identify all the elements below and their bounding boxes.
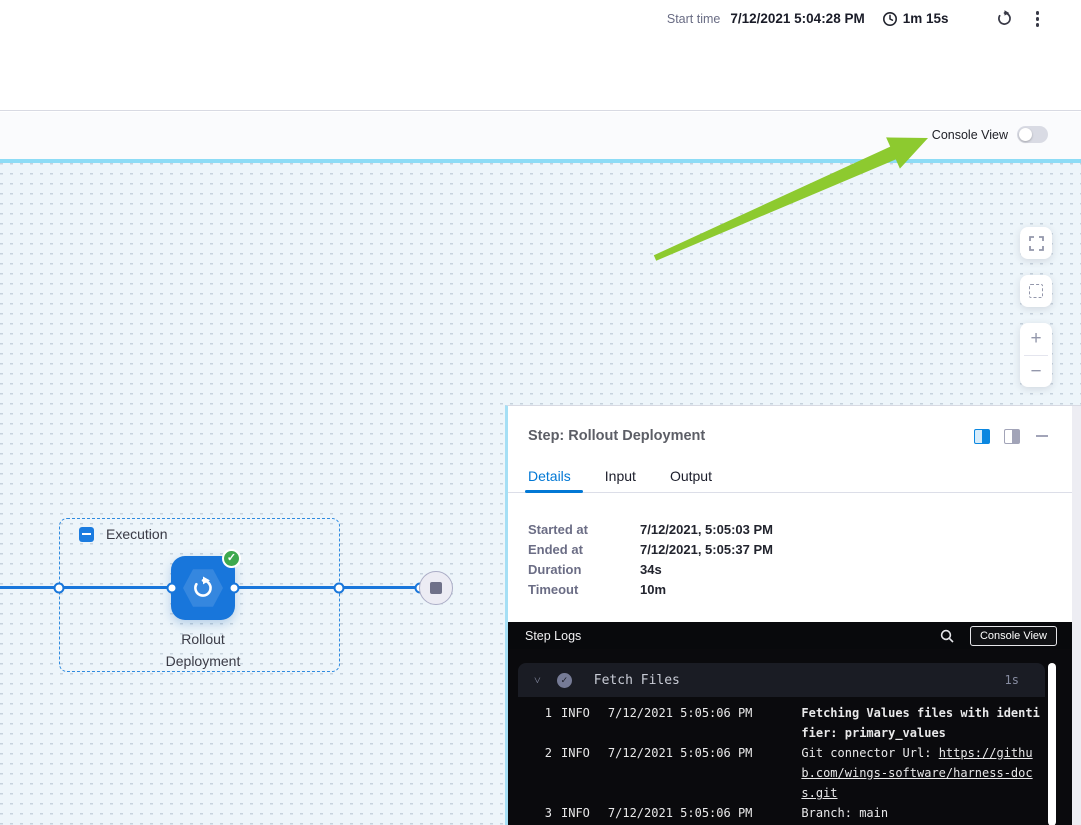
connector-dot bbox=[167, 583, 178, 594]
log-line: 3 INFO 7/12/2021 5:05:06 PM Branch: main bbox=[508, 803, 1068, 823]
start-time-value: 7/12/2021 5:04:28 PM bbox=[730, 11, 864, 26]
duration-value: 1m 15s bbox=[903, 11, 949, 26]
stop-node-icon[interactable] bbox=[419, 571, 453, 605]
detail-row: Timeout 10m bbox=[528, 580, 773, 600]
split-view-right-icon[interactable] bbox=[1004, 429, 1020, 444]
active-tab-indicator bbox=[525, 490, 583, 493]
clock-icon bbox=[882, 11, 898, 27]
node-label: Rollout Deployment bbox=[113, 628, 293, 672]
fit-view-icon[interactable] bbox=[1020, 275, 1052, 307]
rollout-deployment-node[interactable]: ✓ bbox=[171, 556, 235, 620]
collapse-group-icon[interactable] bbox=[79, 527, 94, 542]
step-details-panel: Step: Rollout Deployment Details Input O… bbox=[505, 405, 1081, 825]
step-logs-bar: Step Logs Console View bbox=[508, 622, 1081, 649]
rollout-step-icon bbox=[190, 575, 216, 601]
group-title: Execution bbox=[106, 526, 167, 542]
log-line: 1 INFO 7/12/2021 5:05:06 PM Fetching Val… bbox=[508, 703, 1068, 743]
tab-input[interactable]: Input bbox=[605, 468, 636, 484]
success-badge-icon: ✓ bbox=[222, 549, 241, 568]
detail-row: Started at 7/12/2021, 5:05:03 PM bbox=[528, 520, 773, 540]
log-group-name: Fetch Files bbox=[594, 673, 680, 688]
log-group-header[interactable]: ˅ ✓ Fetch Files 1s bbox=[518, 663, 1045, 697]
execution-header: Start time 7/12/2021 5:04:28 PM 1m 15s bbox=[0, 0, 1081, 111]
connector-dot bbox=[54, 583, 65, 594]
step-logs-title: Step Logs bbox=[525, 629, 581, 643]
detail-row: Duration 34s bbox=[528, 560, 773, 580]
details-table: Started at 7/12/2021, 5:05:03 PM Ended a… bbox=[528, 520, 773, 600]
log-viewer: ˅ ✓ Fetch Files 1s 1 INFO 7/12/2021 5:05… bbox=[508, 649, 1081, 825]
status-success-icon: ✓ bbox=[557, 673, 572, 688]
zoom-controls: + − bbox=[1020, 323, 1052, 387]
tab-output[interactable]: Output bbox=[670, 468, 712, 484]
log-line: 2 INFO 7/12/2021 5:05:06 PM Git connecto… bbox=[508, 743, 1068, 803]
stage-divider bbox=[0, 159, 1081, 163]
console-view-label: Console View bbox=[932, 128, 1008, 142]
zoom-out-button[interactable]: − bbox=[1020, 356, 1052, 388]
split-view-left-icon[interactable] bbox=[974, 429, 990, 444]
tab-separator bbox=[508, 492, 1081, 493]
console-view-toggle[interactable] bbox=[1017, 126, 1048, 143]
log-scrollbar[interactable] bbox=[1048, 663, 1056, 825]
chevron-down-icon[interactable]: ˅ bbox=[534, 673, 541, 688]
connector-dot bbox=[334, 583, 345, 594]
search-icon[interactable] bbox=[940, 629, 954, 643]
panel-title: Step: Rollout Deployment bbox=[528, 428, 705, 444]
log-group-duration: 1s bbox=[1005, 673, 1019, 687]
start-time-label: Start time bbox=[667, 12, 721, 26]
zoom-in-button[interactable]: + bbox=[1020, 323, 1052, 355]
detail-row: Ended at 7/12/2021, 5:05:37 PM bbox=[528, 540, 773, 560]
view-toolbar: Console View bbox=[0, 112, 1081, 159]
connector-dot bbox=[229, 583, 240, 594]
panel-scrollbar-track[interactable] bbox=[1072, 406, 1081, 825]
console-view-button[interactable]: Console View bbox=[970, 626, 1057, 646]
tab-details[interactable]: Details bbox=[528, 468, 571, 484]
fullscreen-icon[interactable] bbox=[1020, 227, 1052, 259]
minimize-panel-icon[interactable] bbox=[1034, 428, 1050, 444]
kebab-menu-icon[interactable] bbox=[1034, 9, 1042, 29]
refresh-button[interactable] bbox=[995, 9, 1014, 28]
